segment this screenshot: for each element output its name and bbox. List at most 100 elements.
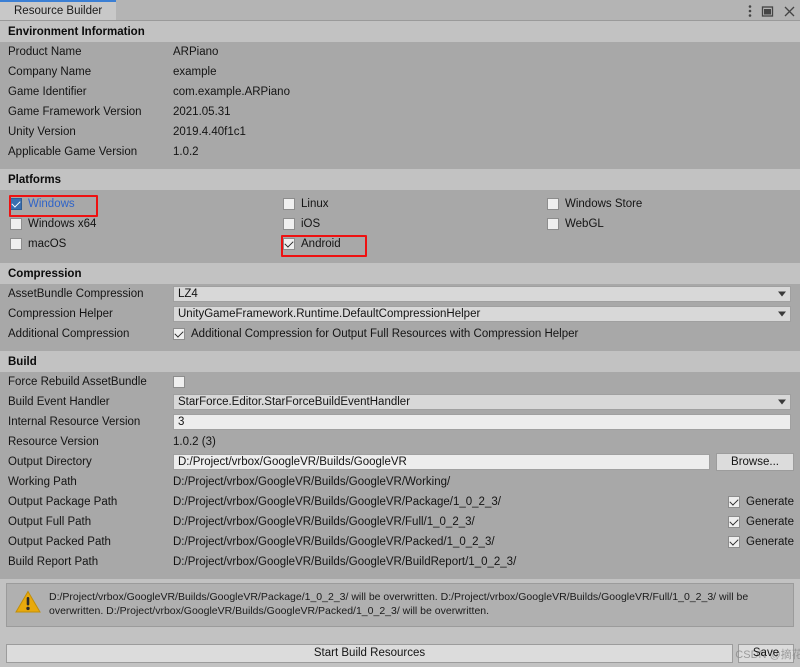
platform-option-ios[interactable]: iOS: [281, 214, 543, 234]
section-heading-environment: Environment Information: [0, 21, 800, 42]
platform-option-macos[interactable]: macOS: [8, 234, 275, 254]
tab-label: Resource Builder: [14, 5, 103, 17]
checkbox-windows-x64[interactable]: [10, 218, 22, 230]
build-event-handler-row: Build Event Handler StarForce.Editor.Sta…: [0, 392, 800, 412]
compression-helper-value: UnityGameFramework.Runtime.DefaultCompre…: [178, 308, 481, 320]
compression-panel: AssetBundle Compression LZ4 Compression …: [0, 284, 800, 351]
compression-helper-dropdown[interactable]: UnityGameFramework.Runtime.DefaultCompre…: [173, 306, 791, 322]
table-row: Applicable Game Version 1.0.2: [0, 142, 800, 162]
platform-label: macOS: [28, 238, 67, 250]
tab-resource-builder[interactable]: Resource Builder: [0, 0, 117, 20]
assetbundle-compression-row: AssetBundle Compression LZ4: [0, 284, 800, 304]
output-directory-value: D:/Project/vrbox/GoogleVR/Builds/GoogleV…: [178, 456, 407, 468]
path-label: Output Package Path: [8, 496, 118, 508]
platform-option-windows-store[interactable]: Windows Store: [545, 194, 800, 214]
platform-option-windows-x64[interactable]: Windows x64: [8, 214, 275, 234]
checkbox-webgl[interactable]: [547, 218, 559, 230]
platform-option-linux[interactable]: Linux: [281, 194, 543, 214]
output-directory-row: Output Directory D:/Project/vrbox/Google…: [0, 452, 800, 472]
build-event-handler-value: StarForce.Editor.StarForceBuildEventHand…: [178, 396, 411, 408]
resource-builder-window: Resource Builder Environment Information…: [0, 0, 800, 667]
path-value: D:/Project/vrbox/GoogleVR/Builds/GoogleV…: [173, 496, 501, 508]
assetbundle-compression-dropdown[interactable]: LZ4: [173, 286, 791, 302]
checkbox-ios[interactable]: [283, 218, 295, 230]
window-controls: [748, 2, 796, 20]
path-label: Build Report Path: [8, 556, 99, 568]
row-label: Product Name: [8, 46, 82, 58]
checkbox-force-rebuild[interactable]: [173, 376, 185, 388]
output-directory-input[interactable]: D:/Project/vrbox/GoogleVR/Builds/GoogleV…: [173, 454, 710, 470]
checkbox-android[interactable]: [283, 238, 295, 250]
platform-option-android[interactable]: Android: [281, 234, 543, 257]
platform-column-3: Windows Store WebGL: [543, 194, 800, 254]
start-build-label: Start Build Resources: [313, 647, 426, 659]
generate-label: Generate: [746, 536, 794, 548]
output-full-path-row: Output Full Path D:/Project/vrbox/Google…: [0, 512, 800, 532]
platform-label: Linux: [301, 198, 329, 210]
working-path-row: Working Path D:/Project/vrbox/GoogleVR/B…: [0, 472, 800, 492]
platform-label: WebGL: [565, 218, 604, 230]
checkbox-generate-packed[interactable]: [728, 536, 741, 548]
section-heading-platforms: Platforms: [0, 169, 800, 190]
save-button[interactable]: Save CSDN @摘花: [735, 643, 800, 663]
generate-toggle-package[interactable]: Generate: [728, 496, 794, 508]
resource-version-value: 1.0.2 (3): [173, 436, 216, 448]
platform-option-windows[interactable]: Windows: [8, 194, 275, 217]
checkbox-additional-compression[interactable]: [173, 328, 185, 340]
kebab-menu-icon[interactable]: [748, 4, 752, 18]
table-row: Company Name example: [0, 62, 800, 82]
generate-toggle-packed[interactable]: Generate: [728, 536, 794, 548]
footer-bar: Start Build Resources Save CSDN @摘花: [0, 643, 800, 667]
checkbox-macos[interactable]: [10, 238, 22, 250]
internal-resource-version-label: Internal Resource Version: [8, 416, 141, 428]
platform-label: Windows x64: [28, 218, 97, 230]
platform-option-webgl[interactable]: WebGL: [545, 214, 800, 234]
start-build-resources-button[interactable]: Start Build Resources: [6, 643, 733, 663]
generate-label: Generate: [746, 516, 794, 528]
output-packed-path-row: Output Packed Path D:/Project/vrbox/Goog…: [0, 532, 800, 552]
row-label: Game Identifier: [8, 86, 87, 98]
row-label: Company Name: [8, 66, 92, 78]
row-label: Game Framework Version: [8, 106, 142, 118]
platform-label: Android: [301, 238, 341, 250]
checkbox-windows[interactable]: [10, 198, 22, 210]
close-icon[interactable]: [783, 5, 796, 18]
row-value: 2019.4.40f1c1: [173, 126, 246, 138]
maximize-icon[interactable]: [761, 5, 774, 18]
checkbox-generate-package[interactable]: [728, 496, 741, 508]
chevron-down-icon: [778, 291, 786, 297]
tab-strip-filler: [116, 0, 800, 20]
warning-triangle-icon: [15, 590, 41, 617]
platform-label: iOS: [301, 218, 321, 230]
platform-label: Windows: [28, 198, 75, 210]
output-package-path-row: Output Package Path D:/Project/vrbox/Goo…: [0, 492, 800, 512]
table-row: Unity Version 2019.4.40f1c1: [0, 122, 800, 142]
browse-button-label: Browse...: [731, 456, 779, 468]
build-event-handler-dropdown[interactable]: StarForce.Editor.StarForceBuildEventHand…: [173, 394, 791, 410]
additional-compression-checkbox-label: Additional Compression for Output Full R…: [191, 328, 579, 340]
additional-compression-toggle[interactable]: Additional Compression for Output Full R…: [173, 328, 578, 340]
table-row: Game Framework Version 2021.05.31: [0, 102, 800, 122]
platform-label: Windows Store: [565, 198, 643, 210]
environment-panel: Product Name ARPiano Company Name exampl…: [0, 42, 800, 169]
row-value: example: [173, 66, 217, 78]
save-button-label: Save: [752, 647, 780, 659]
build-event-handler-label: Build Event Handler: [8, 396, 110, 408]
internal-resource-version-row: Internal Resource Version 3: [0, 412, 800, 432]
row-value: com.example.ARPiano: [173, 86, 290, 98]
checkbox-generate-full[interactable]: [728, 516, 741, 528]
path-label: Output Packed Path: [8, 536, 111, 548]
row-value: 1.0.2: [173, 146, 199, 158]
browse-button[interactable]: Browse...: [716, 453, 794, 471]
internal-resource-version-input[interactable]: 3: [173, 414, 791, 430]
checkbox-linux[interactable]: [283, 198, 295, 210]
assetbundle-compression-label: AssetBundle Compression: [8, 288, 144, 300]
path-value: D:/Project/vrbox/GoogleVR/Builds/GoogleV…: [173, 556, 517, 568]
path-label: Output Full Path: [8, 516, 92, 528]
generate-toggle-full[interactable]: Generate: [728, 516, 794, 528]
row-label: Unity Version: [8, 126, 76, 138]
force-rebuild-row: Force Rebuild AssetBundle: [0, 372, 800, 392]
checkbox-windows-store[interactable]: [547, 198, 559, 210]
compression-helper-label: Compression Helper: [8, 308, 113, 320]
row-value: 2021.05.31: [173, 106, 231, 118]
